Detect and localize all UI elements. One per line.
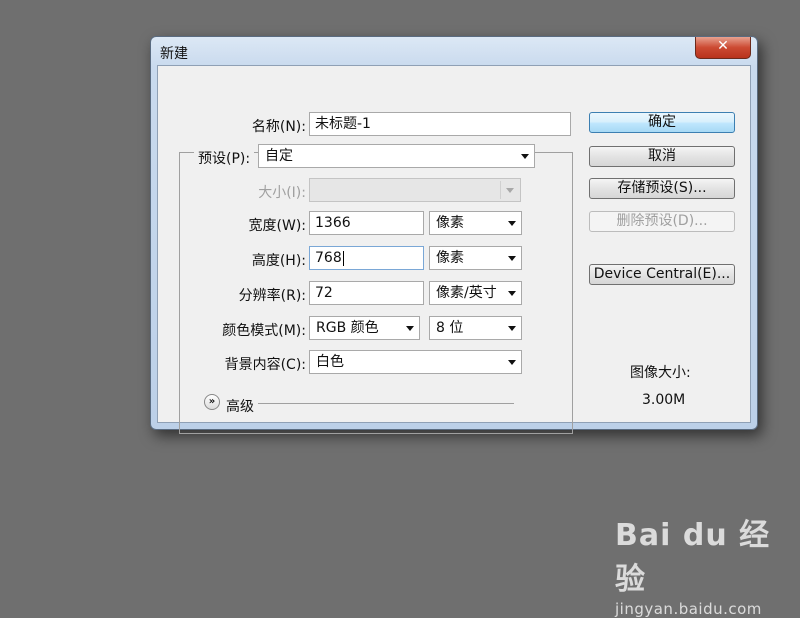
advanced-label[interactable]: 高级: [226, 396, 254, 416]
height-value: 768: [315, 250, 342, 266]
background-value: 白色: [316, 354, 344, 370]
dialog-title: 新建: [160, 46, 188, 62]
baidu-jingyan-watermark: Bai du 经验 jingyan.baidu.com: [615, 510, 800, 618]
image-size-label: 图像大小:: [630, 365, 691, 381]
width-unit-select[interactable]: 像素: [429, 211, 522, 235]
chevron-down-icon: [508, 256, 516, 261]
preset-value: 自定: [265, 148, 293, 164]
ok-button[interactable]: 确定: [589, 112, 735, 133]
text-cursor: [342, 250, 344, 266]
width-input[interactable]: 1366: [309, 211, 424, 235]
bit-depth-value: 8 位: [436, 320, 464, 336]
watermark-brand: Bai du 经验: [615, 518, 771, 597]
name-input[interactable]: 未标题-1: [309, 112, 571, 136]
close-icon: ✕: [717, 38, 729, 54]
background-label: 背景内容(C):: [224, 357, 306, 373]
preset-label: 预设(P):: [194, 148, 255, 168]
size-label: 大小(I):: [258, 185, 306, 201]
name-label: 名称(N):: [251, 119, 306, 135]
height-label: 高度(H):: [251, 253, 306, 269]
close-button[interactable]: ✕: [695, 37, 751, 59]
resolution-label: 分辨率(R):: [238, 288, 306, 304]
chevron-down-icon: [508, 326, 516, 331]
color-mode-value: RGB 颜色: [316, 320, 379, 336]
color-mode-label: 颜色模式(M):: [222, 323, 306, 339]
image-size-value: 3.00M: [642, 392, 686, 408]
new-document-dialog: 新建 ✕ 名称(N): 未标题-1 预设(P): 自定 大小(I): 宽度(W)…: [150, 36, 758, 434]
chevron-down-icon: [508, 360, 516, 365]
width-unit-value: 像素: [436, 215, 464, 231]
chevron-down-icon: [521, 154, 529, 159]
height-unit-select[interactable]: 像素: [429, 246, 522, 270]
advanced-divider: [258, 403, 514, 404]
size-select: [309, 178, 521, 202]
resolution-unit-select[interactable]: 像素/英寸: [429, 281, 522, 305]
resolution-unit-value: 像素/英寸: [436, 285, 497, 301]
height-input[interactable]: 768: [309, 246, 424, 270]
divider: [500, 181, 501, 199]
resolution-input[interactable]: 72: [309, 281, 424, 305]
height-unit-value: 像素: [436, 250, 464, 266]
chevron-down-icon: [506, 188, 514, 193]
dialog-body: 名称(N): 未标题-1 预设(P): 自定 大小(I): 宽度(W): 136…: [157, 65, 751, 434]
cancel-button[interactable]: 取消: [589, 146, 735, 167]
chevron-down-icon: [508, 221, 516, 226]
background-select[interactable]: 白色: [309, 350, 522, 374]
chevron-double-down-icon[interactable]: »: [204, 394, 220, 410]
chevron-down-icon: [406, 326, 414, 331]
chevron-down-icon: [508, 291, 516, 296]
color-mode-select[interactable]: RGB 颜色: [309, 316, 420, 340]
save-preset-button[interactable]: 存储预设(S)...: [589, 178, 735, 199]
preset-select[interactable]: 自定: [258, 144, 535, 168]
width-label: 宽度(W):: [248, 218, 306, 234]
bit-depth-select[interactable]: 8 位: [429, 316, 522, 340]
device-central-button[interactable]: Device Central(E)...: [589, 264, 735, 285]
delete-preset-button: 删除预设(D)...: [589, 211, 735, 232]
watermark-url: jingyan.baidu.com: [615, 600, 762, 618]
